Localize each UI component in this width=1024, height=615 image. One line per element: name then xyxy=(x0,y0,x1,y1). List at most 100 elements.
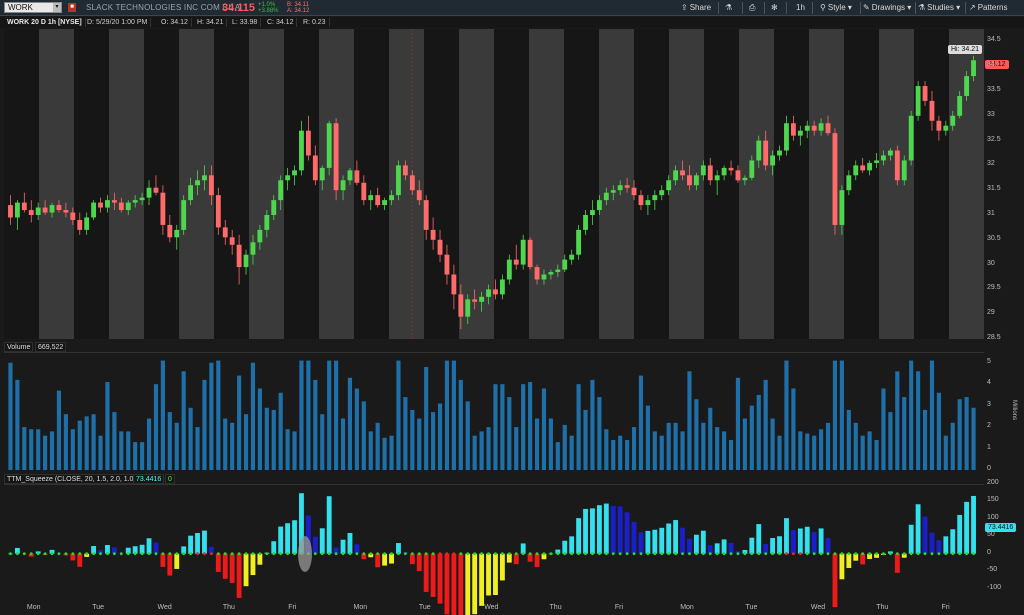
candle-body xyxy=(215,195,221,228)
squeeze-dot xyxy=(154,552,158,556)
momentum-bar xyxy=(929,532,935,554)
momentum-bar xyxy=(534,553,540,567)
momentum-bar xyxy=(562,540,568,554)
squeeze-dot xyxy=(632,552,636,556)
candle-body xyxy=(922,86,928,101)
momentum-bar xyxy=(943,536,949,554)
squeeze-dot xyxy=(791,552,795,556)
candle-body xyxy=(603,192,609,201)
volume-bar xyxy=(756,394,761,470)
candle-body xyxy=(749,160,755,178)
squeeze-dot xyxy=(112,552,116,556)
squeeze-dot xyxy=(500,552,504,556)
squeeze-dot xyxy=(459,552,463,556)
volume-bar xyxy=(472,435,477,470)
squeeze-dot xyxy=(431,552,435,556)
momentum-bar xyxy=(375,553,381,568)
squeeze-dot xyxy=(320,552,324,556)
momentum-bar xyxy=(790,530,796,554)
momentum-bar xyxy=(797,528,803,554)
candle-body xyxy=(894,150,900,181)
price-tick-label: 34 xyxy=(987,61,995,69)
candle-body xyxy=(423,200,429,230)
squeeze-dot xyxy=(50,552,54,556)
volume-bar xyxy=(902,397,907,470)
session-band xyxy=(529,29,564,339)
volume-bar xyxy=(209,362,214,470)
squeeze-dot xyxy=(376,552,380,556)
volume-bar xyxy=(15,379,20,470)
volume-bar xyxy=(936,392,941,470)
candle-body xyxy=(693,175,699,186)
candle-body xyxy=(444,254,450,275)
squeeze-dot xyxy=(660,552,664,556)
momentum-bar xyxy=(590,508,595,554)
squeeze-dot xyxy=(570,552,574,556)
squeeze-dot xyxy=(556,552,560,556)
volume-bar xyxy=(216,360,221,470)
volume-bar xyxy=(84,416,89,470)
squeeze-dot xyxy=(736,552,740,556)
candle-body xyxy=(229,237,235,245)
session-band xyxy=(879,29,914,339)
candle-body xyxy=(707,165,713,181)
volume-bar xyxy=(146,418,152,470)
squeeze-dot xyxy=(390,552,393,556)
session-shade xyxy=(564,29,599,339)
squeeze-dot xyxy=(216,552,220,556)
candle-body xyxy=(271,200,277,215)
momentum-bar xyxy=(271,541,277,554)
momentum-bar xyxy=(160,553,166,567)
price-tick-label: 29.5 xyxy=(987,284,1001,292)
volume-tick-label: 1 xyxy=(987,443,991,451)
volume-bar xyxy=(486,427,491,470)
candle-body xyxy=(687,175,692,186)
squeeze-dot xyxy=(203,552,206,556)
session-shade xyxy=(774,29,809,339)
squeeze-dot xyxy=(71,552,75,556)
volume-bar xyxy=(749,405,754,470)
volume-bar xyxy=(36,429,41,470)
candle-body xyxy=(721,167,727,176)
volume-bar xyxy=(230,422,235,470)
price-tick-label: 30.5 xyxy=(987,234,1001,242)
session-band xyxy=(109,29,144,339)
momentum-bar xyxy=(652,529,658,554)
squeeze-dot xyxy=(861,552,865,556)
volume-bar xyxy=(874,439,879,470)
squeeze-dot xyxy=(438,552,442,556)
momentum-bar xyxy=(673,520,679,554)
volume-bar xyxy=(389,435,394,470)
volume-bar xyxy=(708,407,713,470)
candle-body xyxy=(797,130,803,136)
volume-bar xyxy=(465,401,470,470)
volume-bar xyxy=(521,384,526,470)
candle-body xyxy=(105,200,110,208)
candle-body xyxy=(666,180,672,191)
momentum-bar xyxy=(326,496,332,554)
squeeze-dot xyxy=(639,552,643,556)
momentum-bar xyxy=(583,508,588,554)
squeeze-dot xyxy=(279,552,283,556)
squeeze-dot xyxy=(694,552,698,556)
candle-body xyxy=(929,100,935,121)
volume-bar xyxy=(396,360,401,470)
price-tick-label: 33 xyxy=(987,110,995,118)
chart-canvas[interactable] xyxy=(0,0,1024,615)
candle-body xyxy=(527,239,533,268)
momentum-bar xyxy=(908,524,914,554)
squeeze-dot xyxy=(99,552,102,556)
candle-body xyxy=(409,175,415,191)
candle-body xyxy=(590,210,595,215)
momentum-bar xyxy=(784,518,789,554)
squeeze-dot xyxy=(237,552,241,556)
volume-bar xyxy=(645,405,650,470)
momentum-bar xyxy=(430,553,436,597)
momentum-bar xyxy=(749,537,755,554)
squeeze-dot xyxy=(577,552,581,556)
candle-body xyxy=(49,205,55,213)
squeeze-dot xyxy=(591,552,594,556)
squeeze-dot xyxy=(480,552,484,556)
momentum-bar xyxy=(950,529,956,554)
volume-bar xyxy=(119,431,124,470)
